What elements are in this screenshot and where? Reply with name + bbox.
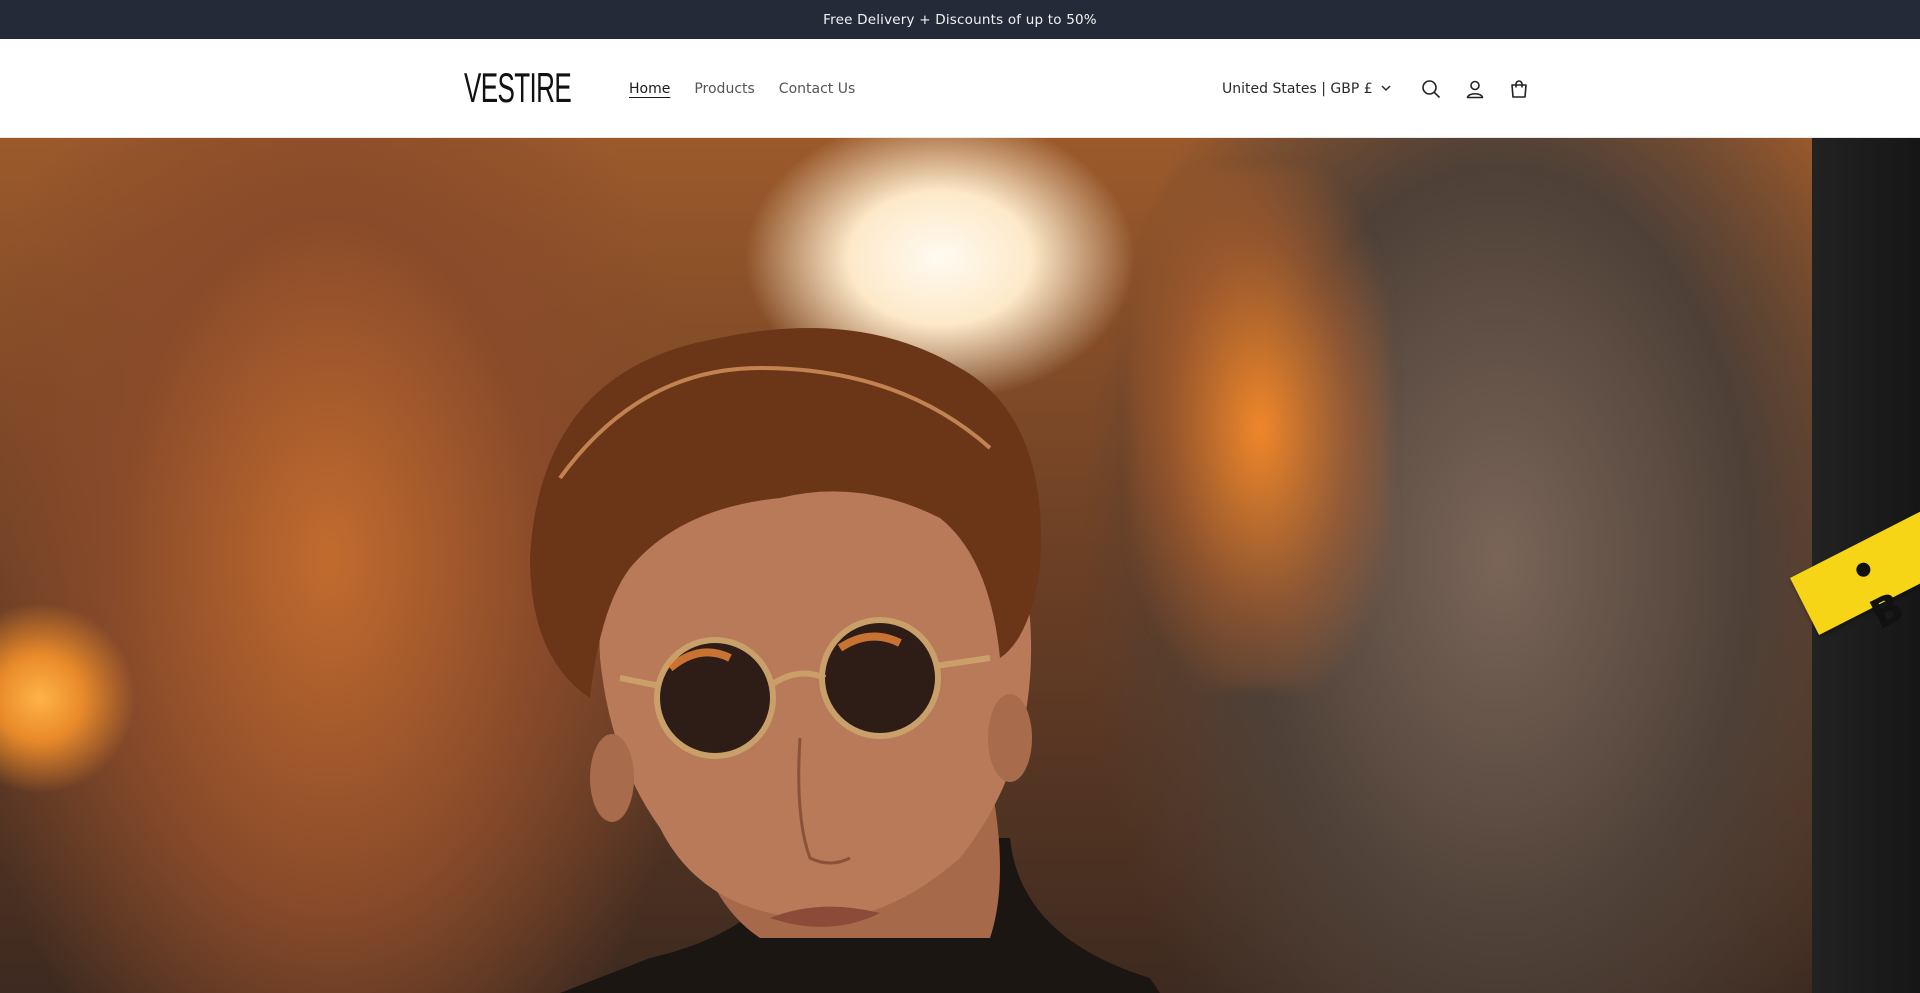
- hero-banner[interactable]: • B: [0, 138, 1920, 993]
- search-button[interactable]: [1409, 67, 1453, 111]
- locale-selector[interactable]: United States | GBP £: [1222, 81, 1391, 97]
- site-header: VESTIRE Home Products Contact Us United …: [0, 39, 1920, 138]
- nav-products[interactable]: Products: [694, 81, 754, 97]
- chevron-down-icon: [1381, 85, 1391, 92]
- main-nav: Home Products Contact Us: [629, 39, 855, 138]
- site-logo[interactable]: VESTIRE: [464, 63, 572, 113]
- announcement-text: Free Delivery + Discounts of up to 50%: [823, 11, 1097, 28]
- hero-image-person: [530, 328, 1160, 993]
- logo-text: VESTIRE: [464, 64, 572, 111]
- announcement-bar: Free Delivery + Discounts of up to 50%: [0, 0, 1920, 39]
- header-actions: United States | GBP £: [1222, 39, 1541, 138]
- cart-button[interactable]: [1497, 67, 1541, 111]
- account-button[interactable]: [1453, 67, 1497, 111]
- search-icon: [1421, 79, 1440, 98]
- nav-contact-us[interactable]: Contact Us: [779, 81, 855, 97]
- nav-home[interactable]: Home: [629, 81, 670, 97]
- locale-label: United States | GBP £: [1222, 80, 1373, 97]
- cart-icon: [1510, 79, 1527, 98]
- account-icon: [1466, 80, 1483, 98]
